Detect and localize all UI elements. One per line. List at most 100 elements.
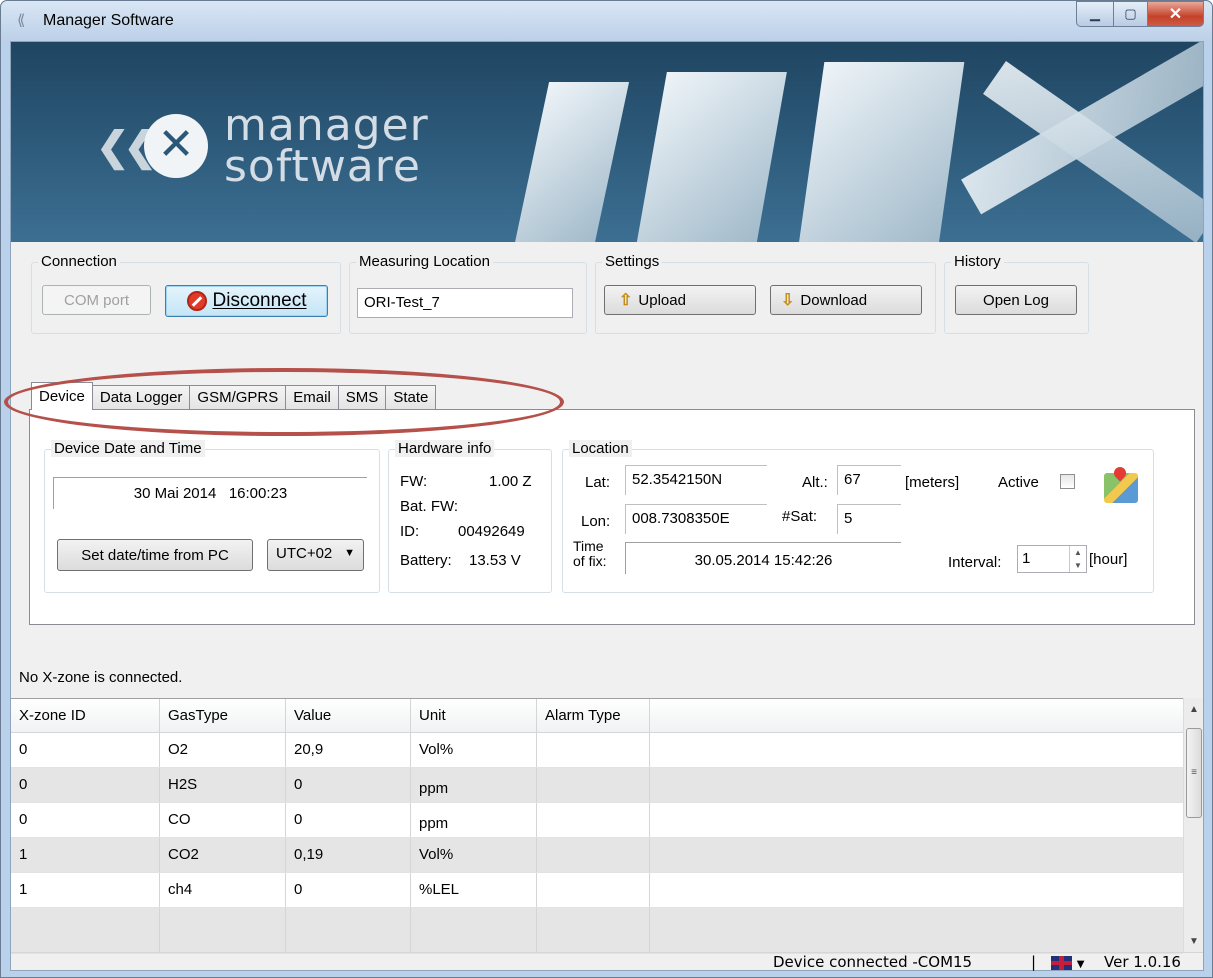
interval-stepper[interactable]: 1 ▲ ▼: [1017, 545, 1087, 573]
device-datetime-display: 30 Mai 2014 16:00:23: [53, 477, 367, 509]
active-checkbox[interactable]: [1060, 474, 1075, 489]
language-selector[interactable]: ▼: [1051, 953, 1084, 971]
connection-status-text: Device connected -COM15: [773, 953, 973, 971]
table-cell: [537, 768, 650, 802]
disconnect-label: Disconnect: [212, 290, 307, 311]
upload-arrow-icon: ⇧: [619, 292, 633, 309]
alt-unit-label: [meters]: [905, 474, 960, 491]
table-cell: [537, 873, 650, 907]
interval-value: 1: [1022, 550, 1031, 567]
column-header-gastype[interactable]: GasType: [160, 699, 286, 732]
battery-value: 13.53 V: [469, 552, 521, 569]
tab-gsm-gprs[interactable]: GSM/GPRS: [189, 385, 287, 410]
hardware-info-group: Hardware info: [388, 440, 552, 593]
measuring-location-input[interactable]: ORI-Test_7: [357, 288, 573, 318]
table-cell: 0: [286, 873, 411, 907]
tab-state[interactable]: State: [385, 385, 437, 410]
time-of-fix-display: 30.05.2014 15:42:26: [625, 542, 901, 574]
maximize-button[interactable]: ▢: [1114, 1, 1148, 27]
time-of-fix-label: Time of fix:: [573, 539, 606, 569]
table-cell: 0: [286, 803, 411, 837]
table-row[interactable]: 1 CO2 0,19 Vol%: [11, 838, 1183, 873]
alt-label: Alt.:: [802, 474, 828, 491]
scroll-thumb[interactable]: ≡: [1186, 728, 1202, 818]
tab-device[interactable]: Device: [31, 382, 93, 410]
table-cell: ppm: [411, 803, 537, 837]
title-bar[interactable]: ⟪ Manager Software ▁ ▢ ✕: [1, 1, 1212, 41]
close-button[interactable]: ✕: [1148, 1, 1204, 27]
table-row[interactable]: [11, 908, 1183, 954]
column-header-xzone-id[interactable]: X-zone ID: [11, 699, 160, 732]
map-icon[interactable]: [1104, 473, 1138, 503]
table-cell: [411, 908, 537, 953]
interval-unit-label: [hour]: [1089, 551, 1128, 568]
stepper-arrows-icon[interactable]: ▲ ▼: [1069, 546, 1086, 572]
header-banner: ❮❮ ✕ manager software: [11, 42, 1203, 242]
table-row[interactable]: 0 H2S 0 ppm: [11, 768, 1183, 803]
id-value: 00492649: [458, 523, 525, 540]
table-cell: ch4: [160, 873, 286, 907]
column-header-alarm-type[interactable]: Alarm Type: [537, 699, 650, 732]
table-row[interactable]: 0 CO 0 ppm: [11, 803, 1183, 838]
chevron-down-icon: ▼: [1076, 959, 1085, 970]
table-cell: 1: [11, 873, 160, 907]
banner-decoration: [512, 82, 630, 242]
settings-legend: Settings: [602, 253, 663, 270]
table-cell: [537, 908, 650, 953]
com-port-button[interactable]: COM port: [42, 285, 151, 315]
battery-label: Battery:: [400, 552, 452, 569]
sat-field[interactable]: 5: [837, 504, 901, 534]
tab-data-logger[interactable]: Data Logger: [91, 385, 191, 410]
upload-label: Upload: [638, 291, 686, 309]
lat-field[interactable]: 52.3542150N: [625, 465, 767, 495]
table-row[interactable]: 0 O2 20,9 Vol%: [11, 733, 1183, 768]
table-scrollbar[interactable]: ▲ ≡ ▼: [1183, 698, 1203, 953]
scroll-up-icon[interactable]: ▲: [1184, 704, 1204, 715]
tab-email[interactable]: Email: [285, 385, 339, 410]
table-cell: O2: [160, 733, 286, 767]
upload-button[interactable]: ⇧ Upload: [604, 285, 756, 315]
status-bar: Device connected -COM15 | ▼ Ver 1.0.16: [11, 952, 1203, 971]
history-legend: History: [951, 253, 1004, 270]
banner-decoration: [635, 72, 787, 242]
timezone-value: UTC+02: [276, 545, 333, 562]
fw-value: 1.00 Z: [489, 473, 532, 490]
alt-field[interactable]: 67: [837, 465, 901, 495]
column-header-unit[interactable]: Unit: [411, 699, 537, 732]
table-cell: ppm: [411, 768, 537, 802]
lon-field[interactable]: 008.7308350E: [625, 504, 767, 534]
connection-legend: Connection: [38, 253, 120, 270]
minimize-button[interactable]: ▁: [1076, 1, 1114, 27]
active-label: Active: [998, 474, 1039, 491]
logo-x-icon: ✕: [144, 114, 208, 178]
stop-icon: [186, 291, 207, 311]
column-header-value[interactable]: Value: [286, 699, 411, 732]
tab-strip: Device Data Logger GSM/GPRS Email SMS St…: [31, 382, 437, 410]
download-button[interactable]: ⇩ Download: [770, 285, 922, 315]
table-cell: [286, 908, 411, 953]
logo-chevrons: ❮❮: [96, 125, 157, 169]
hardware-info-legend: Hardware info: [395, 440, 495, 457]
logo-text-line2: software: [224, 141, 421, 192]
set-datetime-label: Set date/time from PC: [81, 546, 229, 564]
measuring-location-legend: Measuring Location: [356, 253, 493, 270]
com-port-label: COM port: [63, 291, 129, 309]
timezone-select[interactable]: UTC+02 ▼: [267, 539, 364, 571]
set-datetime-button[interactable]: Set date/time from PC: [57, 539, 253, 571]
app-window: ⟪ Manager Software ▁ ▢ ✕ ❮❮ ✕ manager so…: [0, 0, 1213, 978]
table-cell: CO: [160, 803, 286, 837]
uk-flag-icon: [1051, 955, 1072, 970]
fw-label: FW:: [400, 473, 428, 490]
table-row[interactable]: 1 ch4 0 %LEL: [11, 873, 1183, 908]
table-cell: Vol%: [411, 838, 537, 872]
table-cell: 20,9: [286, 733, 411, 767]
open-log-button[interactable]: Open Log: [955, 285, 1077, 315]
download-arrow-icon: ⇩: [781, 292, 795, 309]
table-cell: H2S: [160, 768, 286, 802]
tab-sms[interactable]: SMS: [337, 385, 387, 410]
disconnect-button[interactable]: Disconnect: [165, 285, 328, 317]
open-log-label: Open Log: [983, 291, 1049, 309]
table-cell: CO2: [160, 838, 286, 872]
scroll-down-icon[interactable]: ▼: [1184, 936, 1204, 947]
window-title: Manager Software: [43, 12, 174, 29]
